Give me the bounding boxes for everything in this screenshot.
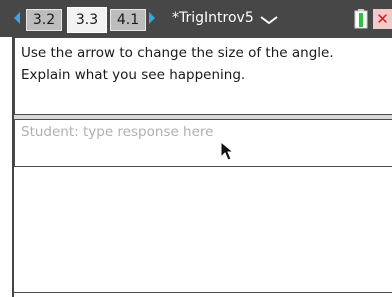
document-toolbar: 3.2 3.3 4.1 *TrigIntrov5 ✕ bbox=[0, 0, 392, 37]
tab-label: 3.3 bbox=[75, 12, 99, 28]
chevron-right-icon[interactable] bbox=[149, 12, 155, 24]
tab-label: 3.2 bbox=[32, 12, 56, 28]
tab-3-3[interactable]: 3.3 bbox=[67, 7, 107, 33]
chevron-down-icon[interactable] bbox=[260, 16, 278, 24]
response-input[interactable]: Student: type response here bbox=[14, 119, 392, 167]
document-title[interactable]: *TrigIntrov5 bbox=[172, 10, 254, 26]
tab-3-2[interactable]: 3.2 bbox=[26, 9, 62, 31]
question-panel: Use the arrow to change the size of the … bbox=[14, 37, 392, 115]
close-symbol: ✕ bbox=[376, 10, 389, 28]
tab-4-1[interactable]: 4.1 bbox=[110, 9, 146, 31]
question-text-line-1: Use the arrow to change the size of the … bbox=[21, 45, 334, 61]
chevron-left-icon[interactable] bbox=[14, 12, 20, 24]
close-icon[interactable]: ✕ bbox=[373, 9, 392, 29]
content-bottom-border bbox=[14, 292, 392, 293]
question-text-line-2: Explain what you see happening. bbox=[21, 67, 246, 83]
mouse-pointer-icon bbox=[220, 141, 234, 161]
response-placeholder: Student: type response here bbox=[21, 124, 214, 140]
tab-label: 4.1 bbox=[116, 12, 140, 28]
battery-icon bbox=[354, 9, 368, 29]
